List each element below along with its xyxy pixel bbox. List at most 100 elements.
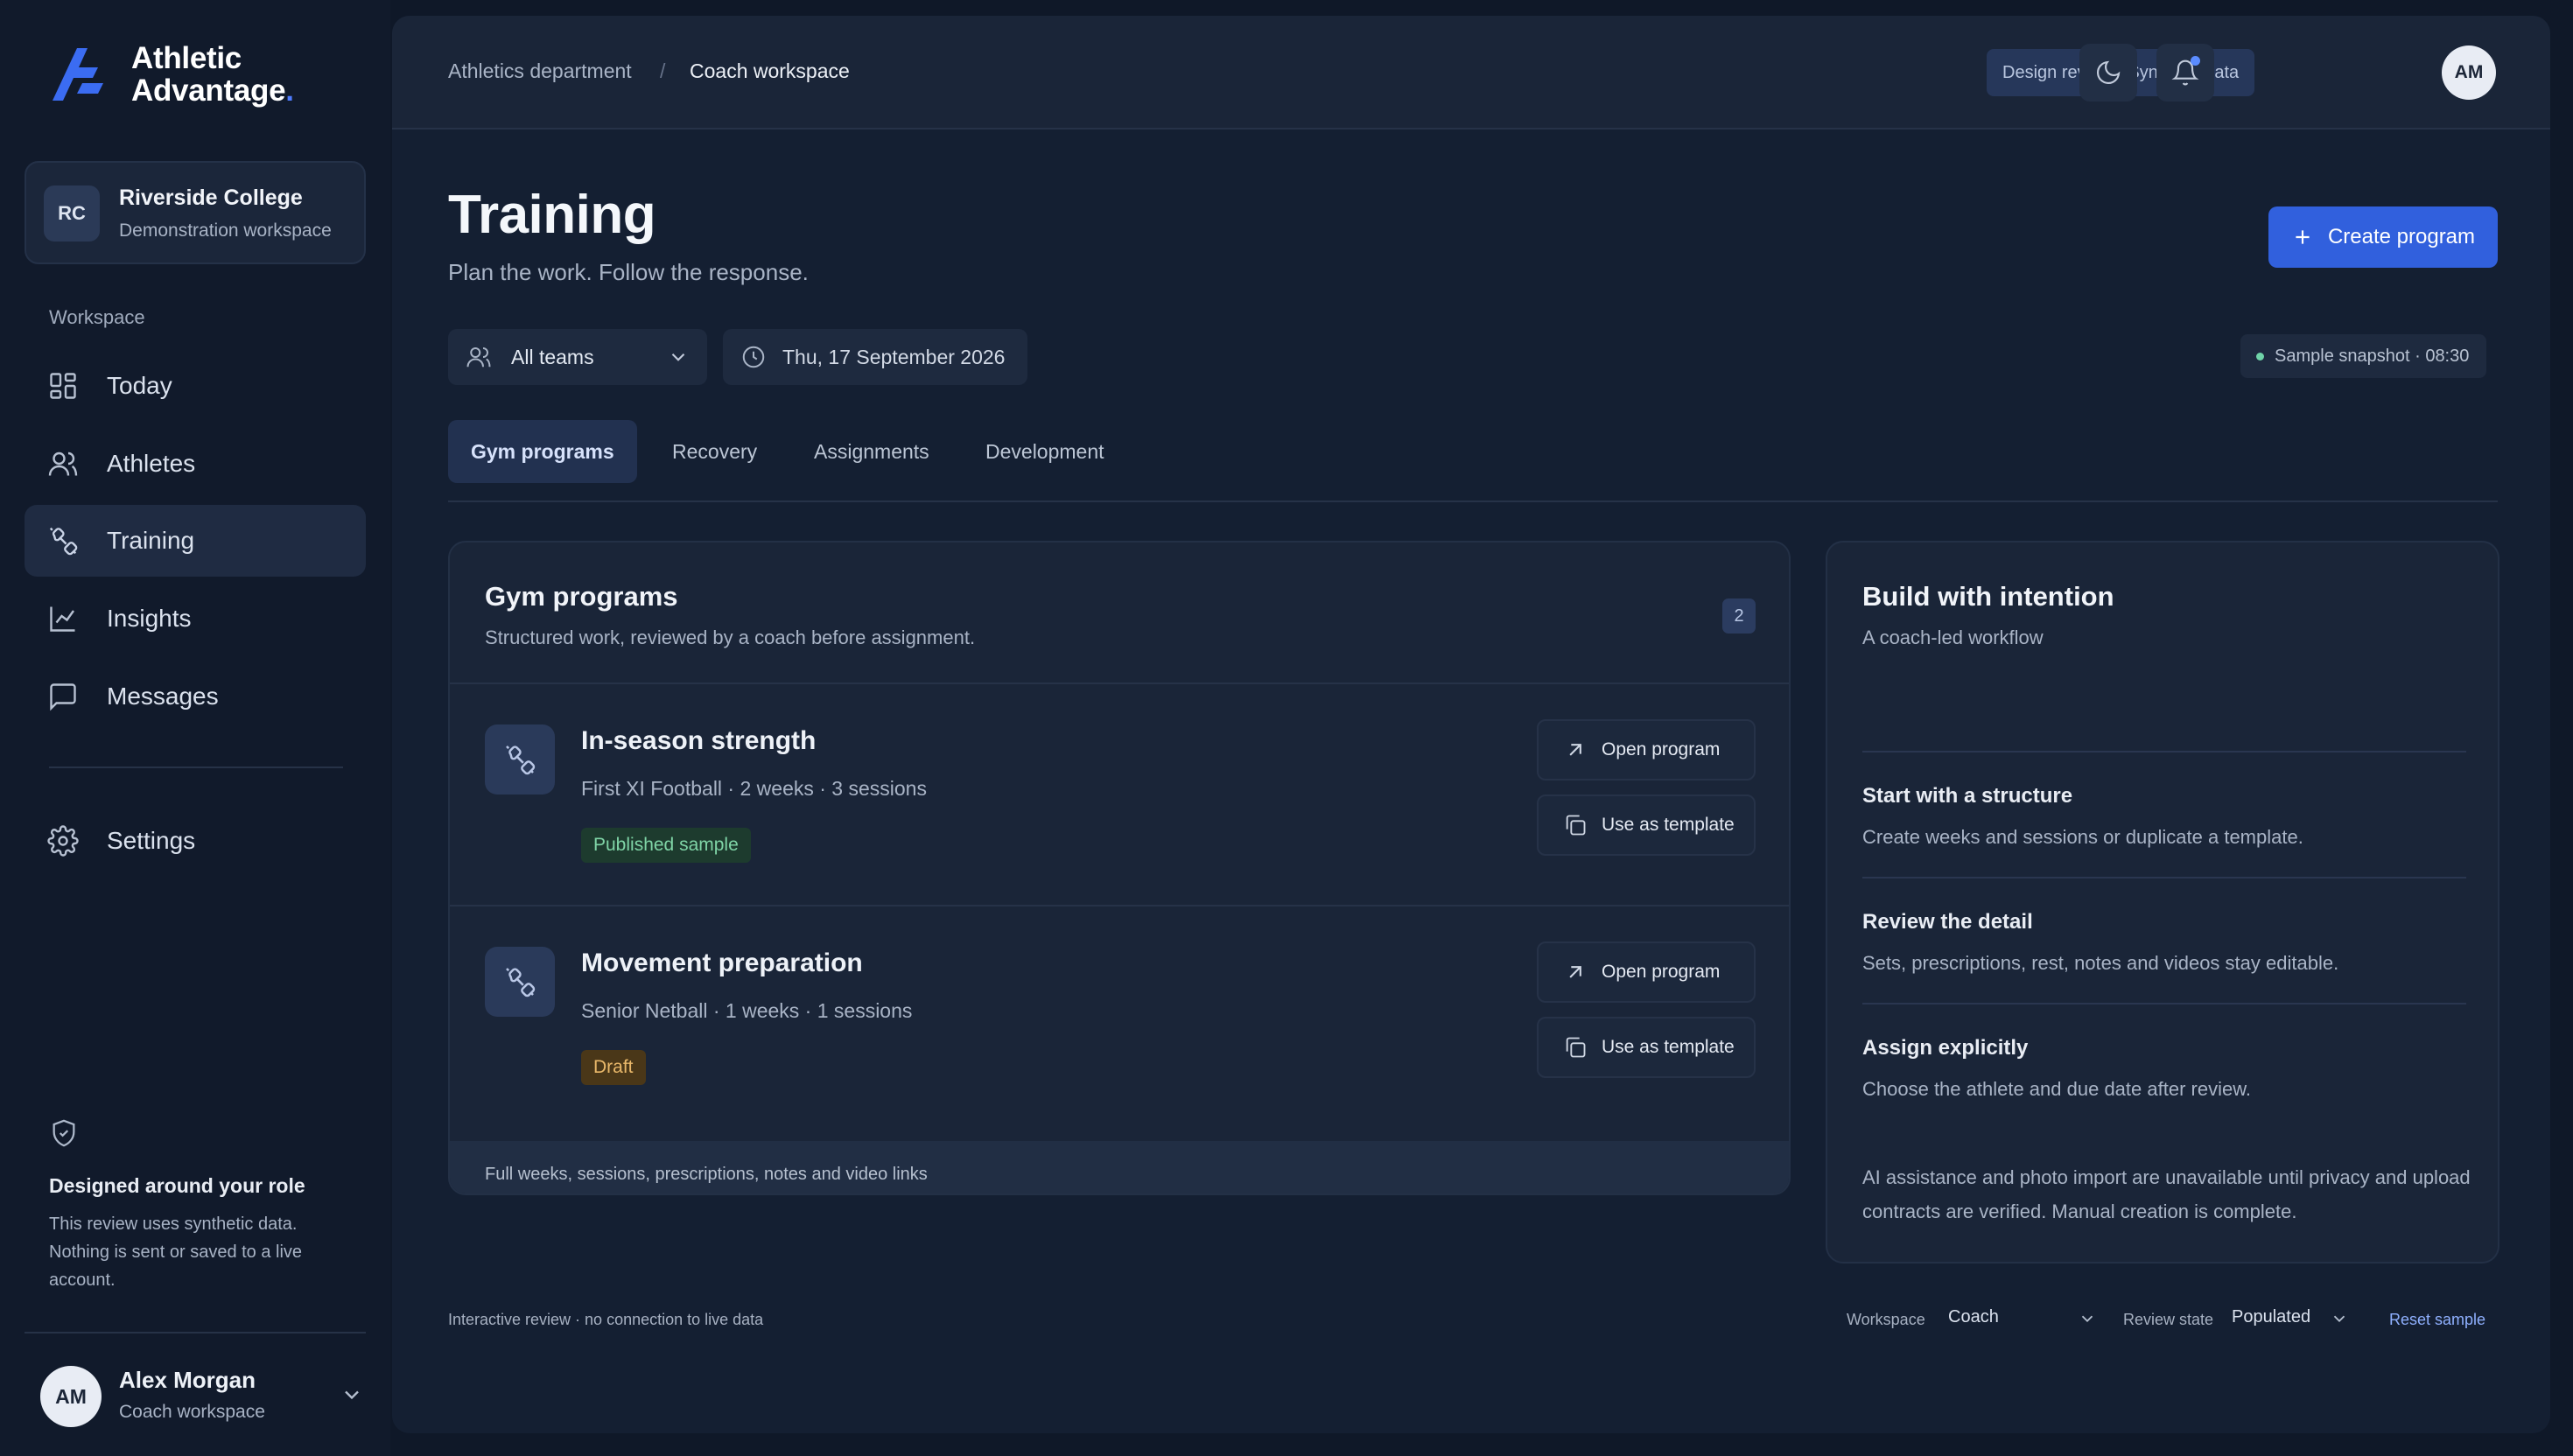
sidebar-item-label: Today xyxy=(107,372,172,399)
sidebar-divider xyxy=(25,1332,366,1334)
org-name: Riverside College xyxy=(119,186,303,210)
workspace-select[interactable]: Coach xyxy=(1948,1307,2104,1332)
sidebar-item-today[interactable]: Today xyxy=(25,350,366,422)
guide-divider xyxy=(1862,1003,2466,1004)
topbar: Athletics department / Coach workspace D… xyxy=(392,16,2550,130)
chevron-down-icon xyxy=(2081,1315,2093,1323)
program-icon xyxy=(485,947,555,1017)
review-notice: Interactive review · no connection to li… xyxy=(448,1311,764,1328)
line-chart-icon xyxy=(50,606,75,632)
guide-note: AI assistance and photo import are unava… xyxy=(1862,1166,2471,1222)
date-filter-button[interactable]: Thu, 17 September 2026 xyxy=(723,329,1027,385)
org-avatar: RC xyxy=(44,186,100,242)
brand[interactable]: Athletic Advantage. xyxy=(47,42,294,107)
review-state-label: Review state xyxy=(2123,1311,2214,1328)
main-panel: Athletics department / Coach workspace D… xyxy=(392,16,2550,1433)
avatar[interactable]: AM xyxy=(2442,46,2496,100)
team-filter-select[interactable]: All teams xyxy=(448,329,707,385)
breadcrumb-department[interactable]: Athletics department xyxy=(448,60,632,83)
programs-footer: Full weeks, sessions, prescriptions, not… xyxy=(450,1141,1789,1194)
chevron-down-icon xyxy=(2333,1315,2345,1323)
step-title: Assign explicitly xyxy=(1862,1036,2029,1060)
open-program-button[interactable]: Open program xyxy=(1537,942,1756,1003)
programs-count-badge: 2 xyxy=(1722,598,1756,634)
sidebar-item-messages[interactable]: Messages xyxy=(25,661,366,732)
date-filter-value: Thu, 17 September 2026 xyxy=(782,345,1006,368)
gear-icon xyxy=(47,825,79,857)
team-filter-value: All teams xyxy=(511,345,594,368)
open-program-label: Open program xyxy=(1602,739,1721,760)
clock-icon xyxy=(742,346,765,368)
gym-programs-card: Gym programs Structured work, reviewed b… xyxy=(448,541,1791,1195)
use-template-button[interactable]: Use as template xyxy=(1537,794,1756,856)
dashboard-grid-icon xyxy=(50,373,76,399)
program-name[interactable]: Movement preparation xyxy=(581,948,863,978)
create-program-button[interactable]: Create program xyxy=(2268,206,2498,268)
step-title: Review the detail xyxy=(1862,910,2033,934)
program-name[interactable]: In-season strength xyxy=(581,726,816,756)
list-item: Movement preparation Senior Netball · 1 … xyxy=(450,906,1789,1127)
avatar: AM xyxy=(40,1366,102,1427)
shield-check-icon xyxy=(53,1119,75,1147)
program-icon xyxy=(485,724,555,794)
step-title: Start with a structure xyxy=(1862,784,2073,808)
sidebar-item-label: Insights xyxy=(107,605,192,632)
plus-icon xyxy=(2296,230,2310,244)
workspace-value: Coach xyxy=(1948,1307,1999,1326)
role-info: Designed around your role This review us… xyxy=(49,1118,355,1294)
theme-toggle-button[interactable] xyxy=(2079,44,2137,102)
page-subtitle: Plan the work. Follow the response. xyxy=(448,259,809,285)
sidebar-item-settings[interactable]: Settings xyxy=(25,805,366,877)
programs-title: Gym programs xyxy=(485,581,678,612)
sidebar-item-label: Messages xyxy=(107,682,219,710)
tabs-divider xyxy=(448,500,2498,502)
brand-name: Athletic Advantage. xyxy=(131,41,294,108)
use-template-label: Use as template xyxy=(1602,815,1735,835)
workspace-label: Workspace xyxy=(1847,1311,1925,1328)
reset-sample-link[interactable]: Reset sample xyxy=(2389,1311,2485,1329)
notification-dot xyxy=(2191,56,2200,66)
status-badge: Published sample xyxy=(581,828,751,863)
use-template-button[interactable]: Use as template xyxy=(1537,1017,1756,1078)
sidebar-item-training[interactable]: Training xyxy=(25,505,366,577)
open-program-label: Open program xyxy=(1602,962,1721,982)
sidebar-item-insights[interactable]: Insights xyxy=(25,583,366,654)
notifications-button[interactable] xyxy=(2156,44,2214,102)
open-program-button[interactable]: Open program xyxy=(1537,719,1756,780)
step-text: Choose the athlete and due date after re… xyxy=(1862,1078,2251,1100)
step-text: Sets, prescriptions, rest, notes and vid… xyxy=(1862,952,2339,974)
tab-assignments[interactable]: Assignments xyxy=(791,420,952,483)
users-icon xyxy=(466,347,491,368)
brand-name-line2: Advantage xyxy=(131,74,286,108)
tab-development[interactable]: Development xyxy=(963,420,1127,483)
programs-subtitle: Structured work, reviewed by a coach bef… xyxy=(485,626,976,648)
breadcrumb-separator: / xyxy=(660,60,666,82)
step-text: Create weeks and sessions or duplicate a… xyxy=(1862,826,2303,848)
snapshot-badge: Sample snapshot · 08:30 xyxy=(2240,334,2487,378)
message-square-icon xyxy=(50,683,76,711)
program-meta: Senior Netball · 1 weeks · 1 sessions xyxy=(581,999,913,1022)
user-subtitle: Coach workspace xyxy=(119,1402,265,1422)
role-text: This review uses synthetic data. Nothing… xyxy=(49,1214,303,1290)
user-name: Alex Morgan xyxy=(119,1367,256,1393)
review-state-value: Populated xyxy=(2232,1307,2311,1326)
create-program-label: Create program xyxy=(2327,225,2476,248)
breadcrumb-current: Coach workspace xyxy=(690,60,850,82)
nav-section-label: Workspace xyxy=(49,306,145,328)
org-subtitle: Demonstration workspace xyxy=(119,220,332,241)
user-menu[interactable]: AM Alex Morgan Coach workspace xyxy=(40,1363,364,1428)
org-switcher[interactable]: RC Riverside College Demonstration works… xyxy=(25,161,366,264)
list-item: In-season strength First XI Football · 2… xyxy=(450,684,1789,905)
arrow-up-right-icon xyxy=(1569,966,1581,978)
nav-divider xyxy=(49,766,343,768)
sidebar-item-label: Athletes xyxy=(107,450,196,477)
sidebar-item-athletes[interactable]: Athletes xyxy=(25,428,366,500)
role-title: Designed around your role xyxy=(49,1174,305,1197)
arrow-up-right-icon xyxy=(1569,744,1581,756)
review-state-select[interactable]: Populated xyxy=(2232,1307,2354,1332)
tab-gym-programs[interactable]: Gym programs xyxy=(448,420,637,483)
athletic-advantage-logo-icon xyxy=(53,48,103,101)
status-dot xyxy=(2256,352,2264,360)
tab-recovery[interactable]: Recovery xyxy=(649,420,780,483)
use-template-label: Use as template xyxy=(1602,1037,1735,1057)
